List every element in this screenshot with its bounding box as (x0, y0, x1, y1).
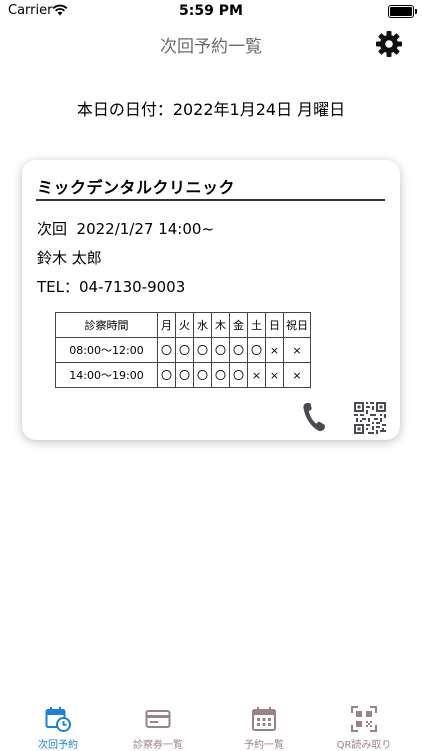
table-cell: × (283, 362, 311, 388)
table-cell: 〇 (229, 337, 248, 363)
consultation-hours-table: 診察時間 月 火 水 木 金 土 日 祝日 08:00～12:00 〇 〇 〇 … (55, 312, 311, 388)
phone-icon[interactable] (302, 402, 326, 432)
patient-name: 鈴木 太郎 (37, 249, 102, 267)
qr-code-icon[interactable] (354, 402, 386, 434)
table-cell: 〇 (157, 362, 176, 388)
table-header-cell: 土 (247, 312, 266, 338)
table-cell: 〇 (175, 362, 194, 388)
status-time: 5:59 PM (179, 3, 243, 19)
status-bar: Carrier 5:59 PM (0, 0, 422, 24)
table-cell: 〇 (157, 337, 176, 363)
next-appointment: 次回 2022/1/27 14:00~ (37, 220, 215, 238)
table-cell: 08:00～12:00 (55, 337, 158, 363)
table-header-cell: 火 (175, 312, 194, 338)
table-header-cell: 木 (211, 312, 230, 338)
table-cell: × (247, 362, 266, 388)
tab-qr-scan[interactable]: QR読み取り (311, 700, 417, 751)
tab-appointment-list[interactable]: 予約一覧 (211, 700, 317, 751)
clinic-phone: TEL：04-7130-9003 (37, 278, 186, 296)
gear-icon[interactable] (374, 29, 404, 59)
tab-bar: 次回予約 診察券一覧 予約一覧 QR読み取り (0, 700, 422, 751)
tab-label: 診察券一覧 (133, 740, 183, 751)
table-header-cell: 月 (157, 312, 176, 338)
table-cell: 〇 (193, 337, 212, 363)
page-title: 次回予約一覧 (160, 37, 262, 57)
table-cell: 〇 (175, 337, 194, 363)
tab-label: 次回予約 (38, 740, 78, 751)
tab-label: QR読み取り (336, 740, 392, 751)
divider (36, 199, 385, 201)
table-cell: × (265, 362, 284, 388)
table-cell: 〇 (211, 337, 230, 363)
table-cell: 〇 (229, 362, 248, 388)
table-cell: 〇 (247, 337, 266, 363)
card-icon (145, 710, 171, 728)
table-cell: 〇 (193, 362, 212, 388)
tab-next-appointment[interactable]: 次回予約 (5, 700, 111, 751)
calendar-clock-icon (45, 707, 71, 732)
table-row: 14:00～19:00 〇 〇 〇 〇 〇 × × × (55, 362, 311, 388)
qr-scan-icon (351, 706, 377, 732)
table-cell: × (283, 337, 311, 363)
tab-card-list[interactable]: 診察券一覧 (105, 700, 211, 751)
table-header-cell: 金 (229, 312, 248, 338)
table-header-cell: 日 (265, 312, 284, 338)
table-header-cell: 水 (193, 312, 212, 338)
table-cell: × (265, 337, 284, 363)
table-cell: 〇 (211, 362, 230, 388)
table-header-cell: 祝日 (283, 312, 311, 338)
table-header-row: 診察時間 月 火 水 木 金 土 日 祝日 (55, 312, 311, 338)
battery-icon (388, 5, 417, 18)
clinic-name: ミックデンタルクリニック (37, 178, 236, 197)
clinic-card[interactable]: ミックデンタルクリニック 次回 2022/1/27 14:00~ 鈴木 太郎 T… (22, 160, 400, 440)
today-date: 本日の日付：2022年1月24日 月曜日 (76, 100, 346, 119)
calendar-icon (252, 707, 276, 731)
tab-label: 予約一覧 (244, 740, 284, 751)
table-row: 08:00～12:00 〇 〇 〇 〇 〇 〇 × × (55, 337, 311, 363)
table-header-cell: 診察時間 (55, 312, 158, 338)
table-cell: 14:00～19:00 (55, 362, 158, 388)
